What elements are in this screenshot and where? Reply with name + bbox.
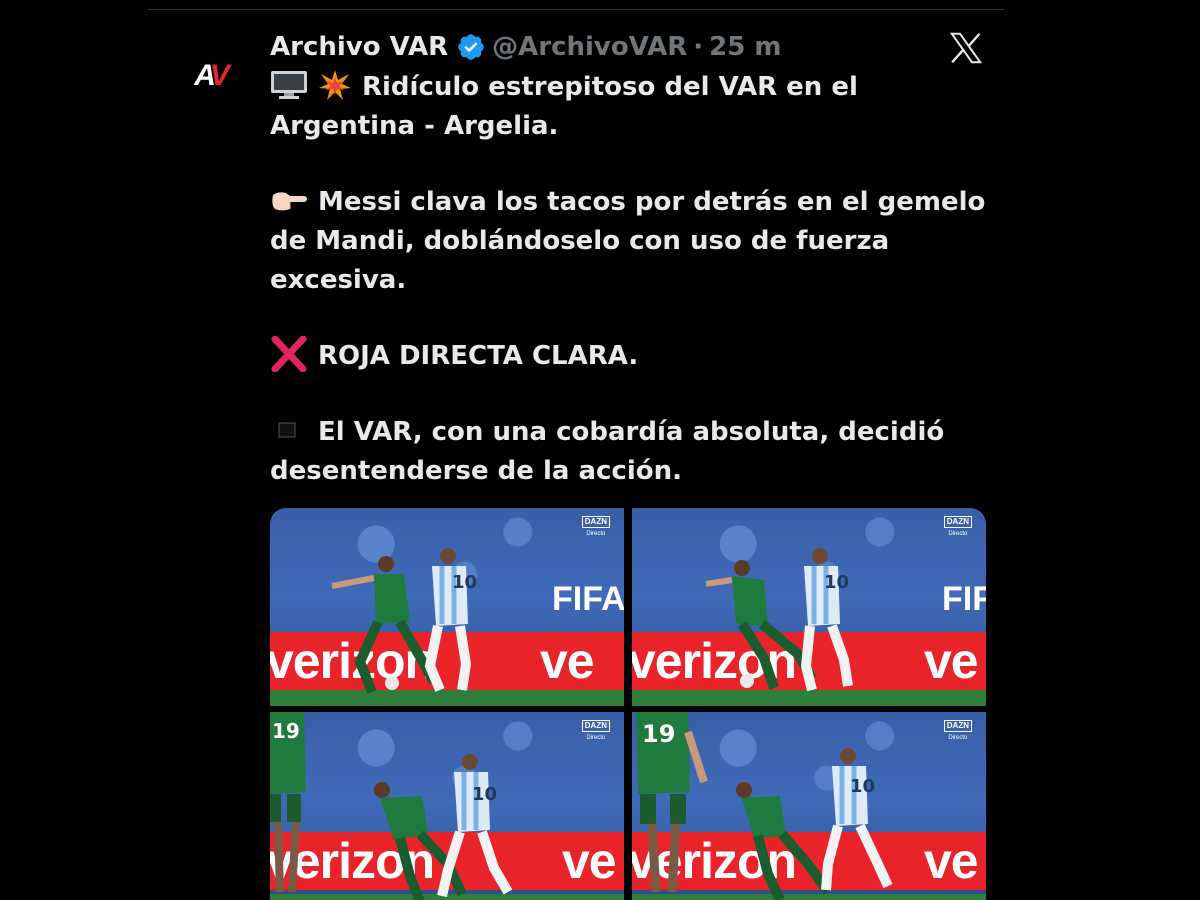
- fifa-board: FIFA: [942, 580, 986, 618]
- tweet-paragraph-4-text: El VAR, con una cobardía absoluta, decid…: [270, 417, 945, 486]
- svg-text:10: 10: [452, 572, 477, 593]
- svg-text:10: 10: [850, 776, 875, 797]
- pointing-right-emoji: [272, 191, 307, 210]
- ad-board-text-partial: ve: [562, 833, 617, 889]
- verified-badge-icon[interactable]: [456, 32, 486, 62]
- tweet-paragraph-4: El VAR, con una cobardía absoluta, decid…: [270, 413, 990, 491]
- ball: [385, 676, 399, 690]
- fifa-board: FIFA: [552, 580, 624, 618]
- top-divider: [148, 9, 1004, 10]
- television-emoji: [271, 70, 307, 99]
- svg-text:10: 10: [472, 784, 497, 805]
- tweet-paragraph-2: Messi clava los tacos por detrás en el g…: [270, 183, 990, 300]
- tweet-paragraph-2-text: Messi clava los tacos por detrás en el g…: [270, 187, 986, 295]
- media-frame-1[interactable]: FIFA DAZN Directo verizon ve 10: [270, 508, 624, 706]
- media-frame-3[interactable]: DAZN Directo verizon ve 19 10: [270, 712, 624, 900]
- svg-text:19: 19: [642, 720, 675, 748]
- tweet-text: Ridículo estrepitoso del VAR en el Argen…: [270, 68, 990, 491]
- svg-text:19: 19: [272, 719, 300, 743]
- ad-board-text-partial: ve: [924, 633, 979, 689]
- green-player-19: 19: [270, 712, 306, 893]
- dazn-logo: DAZN Directo: [943, 720, 972, 743]
- tweet-paragraph-3-text: ROJA DIRECTA CLARA.: [318, 341, 639, 371]
- timestamp[interactable]: 25 m: [709, 32, 781, 62]
- tweet-line-2: Argentina - Argelia.: [270, 111, 559, 141]
- x-logo-icon[interactable]: [948, 30, 984, 66]
- media-frame-2[interactable]: FIFA DAZNDirecto verizon ve 10: [632, 508, 986, 706]
- ad-board-text-partial: ve: [924, 833, 979, 889]
- display-name[interactable]: Archivo VAR: [270, 32, 448, 62]
- white-player: 10: [424, 548, 477, 692]
- separator-dot: ·: [693, 32, 704, 62]
- tweet-header: Archivo VAR @ArchivoVAR · 25 m: [270, 28, 781, 66]
- white-player: 10: [821, 748, 893, 891]
- ball: [740, 674, 754, 688]
- black-square-emoji: [278, 422, 296, 437]
- dazn-logo: DAZN Directo: [943, 516, 972, 539]
- white-player: 10: [800, 548, 853, 692]
- media-frame-4[interactable]: DAZN Directo verizon ve 19 10: [632, 712, 986, 900]
- tweet-headline: Ridículo estrepitoso del VAR en el: [362, 72, 858, 102]
- green-player-19: 19: [636, 712, 708, 893]
- media-grid[interactable]: FIFA DAZNDirecto verizon ve 10 FIFA DAZN…: [270, 508, 986, 900]
- avatar-logo: AV: [194, 59, 229, 92]
- dazn-logo: DAZN Directo: [581, 516, 610, 539]
- svg-text:10: 10: [824, 572, 849, 593]
- dazn-logo: DAZN Directo: [581, 720, 610, 743]
- white-player: 10: [437, 754, 513, 898]
- cross-mark-emoji: [271, 335, 307, 372]
- ad-board-text-partial: ve: [540, 633, 595, 689]
- handle[interactable]: @ArchivoVAR: [492, 32, 687, 62]
- tweet-paragraph-3: ROJA DIRECTA CLARA.: [270, 335, 990, 376]
- avatar[interactable]: AV: [186, 52, 234, 100]
- collision-emoji: [319, 69, 351, 100]
- tweet-line-1: Ridículo estrepitoso del VAR en el: [270, 68, 990, 107]
